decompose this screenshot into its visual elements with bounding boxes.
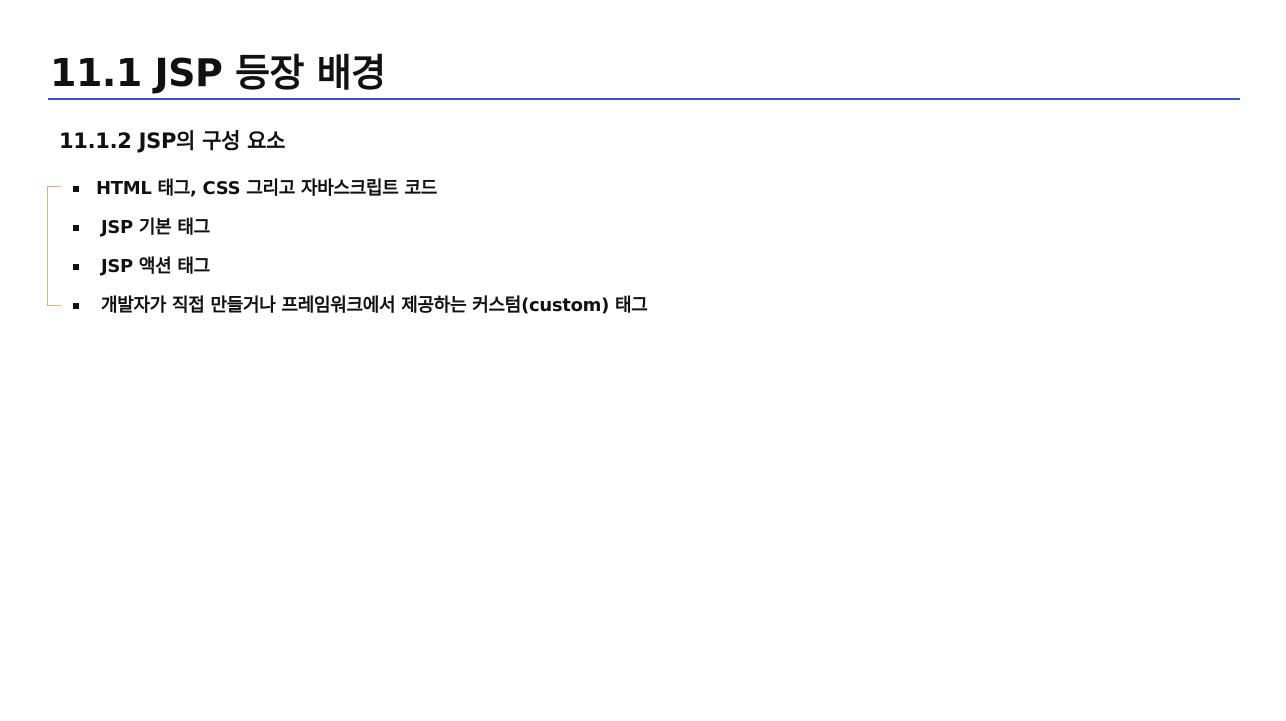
slide: 11.1 JSP 등장 배경 11.1.2 JSP의 구성 요소 HTML 태그…: [0, 0, 1286, 721]
bullet-text: HTML 태그, CSS 그리고 자바스크립트 코드: [96, 178, 438, 199]
section-subtitle: 11.1.2 JSP의 구성 요소: [59, 129, 286, 153]
bullet-text: JSP 기본 태그: [101, 217, 210, 238]
square-bullet-icon: [73, 264, 79, 270]
bullet-text: JSP 액션 태그: [101, 256, 210, 277]
square-bullet-icon: [73, 303, 79, 309]
square-bullet-icon: [73, 225, 79, 231]
square-bullet-icon: [73, 186, 79, 192]
group-bracket: [47, 186, 61, 306]
slide-title: 11.1 JSP 등장 배경: [50, 51, 386, 95]
title-underline: [48, 98, 1240, 100]
bullet-text: 개발자가 직접 만들거나 프레임워크에서 제공하는 커스텀(custom) 태그: [101, 295, 648, 316]
